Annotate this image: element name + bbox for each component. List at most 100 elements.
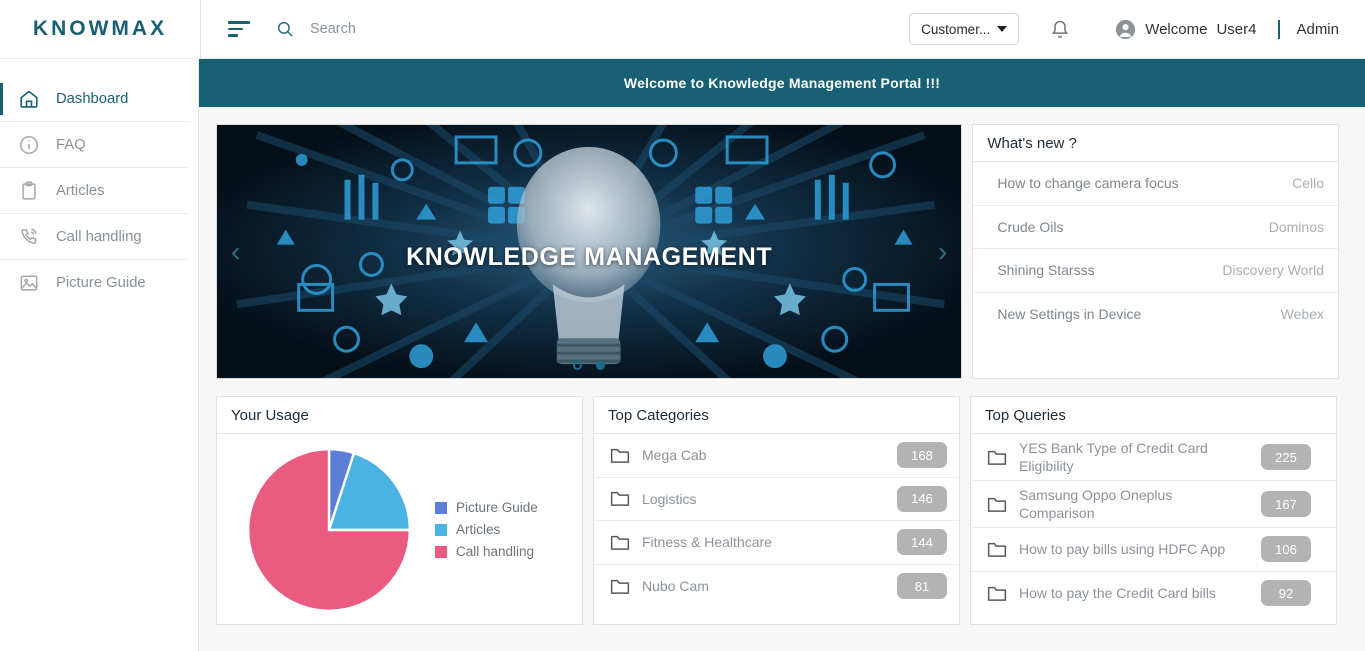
whats-new-title: What's new ? [973, 125, 1338, 162]
welcome-label: Welcome [1145, 20, 1208, 38]
top-queries-card: Top Queries YES Bank Type of Credit Card… [970, 396, 1337, 625]
sidebar-item-label: Call handling [56, 228, 142, 245]
header-divider [1278, 19, 1281, 39]
category-count-badge: 168 [897, 442, 947, 469]
top-bar: KNOWMAX Customer... Welcome User4 [0, 0, 1365, 59]
legend-item: Picture Guide [435, 500, 538, 515]
top-queries-title: Top Queries [971, 397, 1336, 434]
list-item[interactable]: Samsung Oppo Oneplus Comparison 167 [971, 481, 1336, 528]
carousel-dot-1[interactable] [573, 361, 583, 370]
query-label: How to pay bills using HDFC App [1019, 541, 1226, 558]
whats-new-item-source: Webex [1280, 306, 1324, 323]
folder-icon [610, 535, 630, 550]
dashboard-bottom-row: Your Usage Picture Guide Articles Call h… [199, 379, 1365, 625]
whats-new-item-source: Dominos [1268, 218, 1324, 235]
sidebar-item-label: Picture Guide [56, 275, 146, 291]
sidebar-item-faq[interactable]: FAQ [0, 122, 188, 168]
search-box[interactable] [276, 20, 610, 38]
sidebar-item-label: FAQ [56, 136, 86, 153]
legend-item: Call handling [435, 544, 538, 559]
carousel-next-arrow[interactable]: › [938, 237, 947, 266]
legend-label: Articles [456, 522, 501, 537]
sidebar-item-label: Dashboard [56, 90, 129, 107]
welcome-user[interactable]: Welcome User4 [1115, 19, 1256, 40]
query-label: YES Bank Type of Credit Card Eligibility [1019, 440, 1208, 474]
carousel-dot-2[interactable] [596, 361, 606, 370]
legend-label: Picture Guide [456, 500, 538, 515]
list-item[interactable]: How to pay bills using HDFC App 106 [971, 528, 1336, 572]
sidebar-item-picture-guide[interactable]: Picture Guide [0, 260, 188, 306]
topbar-right-group: Customer... Welcome User4 Admin [909, 13, 1365, 45]
legend-swatch-call-handling [435, 545, 447, 558]
sidebar-item-articles[interactable]: Articles [0, 168, 188, 214]
carousel-prev-arrow[interactable]: ‹ [231, 237, 240, 266]
customer-dropdown-label: Customer... [921, 21, 991, 37]
top-categories-card: Top Categories Mega Cab 168 Logistics 14… [593, 396, 960, 625]
query-label: How to pay the Credit Card bills [1019, 585, 1216, 602]
query-count-badge: 225 [1261, 444, 1311, 470]
dashboard-top-row: KNOWLEDGE MANAGEMENT ‹ › What's new ? Ho… [199, 107, 1365, 379]
legend-label: Call handling [456, 544, 535, 559]
sidebar: Dashboard FAQ Articles Call handling Pic… [0, 59, 199, 651]
top-categories-title: Top Categories [594, 397, 959, 434]
top-queries-list: YES Bank Type of Credit Card Eligibility… [971, 434, 1336, 615]
pie-chart [229, 444, 429, 616]
list-item[interactable]: How to pay the Credit Card bills 92 [971, 572, 1336, 616]
folder-icon [987, 497, 1007, 512]
folder-icon [610, 492, 630, 507]
pie-chart-svg [246, 447, 412, 612]
query-count-badge: 106 [1261, 536, 1311, 563]
list-item[interactable]: Crude Oils Dominos [973, 206, 1338, 249]
menu-bar-2 [228, 27, 243, 31]
category-label: Logistics [642, 490, 697, 507]
your-usage-title: Your Usage [217, 397, 582, 434]
clipboard-icon [22, 180, 36, 200]
folder-icon [987, 542, 1007, 557]
folder-icon [987, 450, 1007, 465]
whats-new-list: How to change camera focus Cello Crude O… [973, 162, 1338, 336]
category-count-badge: 81 [897, 573, 947, 600]
menu-icon[interactable] [228, 21, 250, 37]
list-item[interactable]: Logistics 146 [594, 478, 959, 521]
category-count-badge: 146 [897, 485, 947, 512]
search-icon [277, 21, 293, 37]
whats-new-card: What's new ? How to change camera focus … [972, 124, 1339, 379]
query-count-badge: 167 [1261, 491, 1311, 517]
notification-bell-icon[interactable] [1050, 18, 1070, 40]
home-icon [20, 90, 38, 108]
hero-title: KNOWLEDGE MANAGEMENT [406, 243, 773, 271]
list-item[interactable]: YES Bank Type of Credit Card Eligibility… [971, 434, 1336, 481]
list-item[interactable]: How to change camera focus Cello [973, 162, 1338, 206]
sidebar-item-dashboard[interactable]: Dashboard [0, 76, 188, 122]
category-label: Fitness & Healthcare [642, 534, 772, 551]
brand-logo[interactable]: KNOWMAX [0, 0, 200, 59]
usage-chart-area: Picture Guide Articles Call handling [217, 434, 582, 625]
hero-carousel[interactable]: KNOWLEDGE MANAGEMENT ‹ › [216, 124, 963, 379]
carousel-dots [217, 361, 961, 370]
phone-call-icon [21, 228, 37, 244]
list-item[interactable]: Nubo Cam 81 [594, 565, 959, 609]
menu-bar-3 [228, 34, 238, 37]
whats-new-item-title: Crude Oils [997, 218, 1064, 235]
main-content: Welcome to Knowledge Management Portal !… [199, 59, 1365, 651]
category-label: Mega Cab [642, 447, 707, 464]
category-label: Nubo Cam [642, 578, 709, 595]
admin-link[interactable]: Admin [1296, 21, 1349, 38]
query-label: Samsung Oppo Oneplus Comparison [1019, 487, 1173, 521]
folder-icon [610, 579, 630, 594]
top-categories-list: Mega Cab 168 Logistics 146 Fitness & Hea… [594, 434, 959, 608]
user-avatar-icon [1116, 19, 1136, 39]
sidebar-item-call-handling[interactable]: Call handling [0, 214, 188, 260]
info-circle-icon [19, 135, 39, 154]
search-input[interactable] [310, 21, 610, 37]
folder-icon [610, 448, 630, 463]
list-item[interactable]: New Settings in Device Webex [973, 293, 1338, 337]
customer-dropdown[interactable]: Customer... [909, 13, 1020, 45]
list-item[interactable]: Shining Starsss Discovery World [973, 249, 1338, 293]
pie-legend: Picture Guide Articles Call handling [435, 500, 538, 559]
list-item[interactable]: Mega Cab 168 [594, 434, 959, 478]
folder-icon [987, 586, 1007, 601]
legend-swatch-picture-guide [435, 501, 447, 514]
menu-bar-1 [228, 21, 250, 24]
list-item[interactable]: Fitness & Healthcare 144 [594, 521, 959, 565]
